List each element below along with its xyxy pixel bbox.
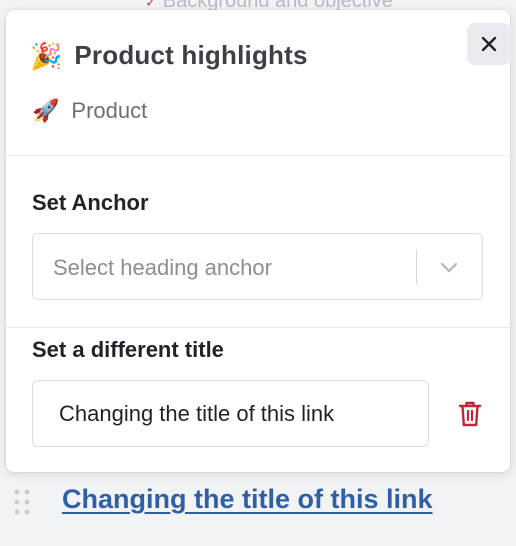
- close-icon: [481, 36, 497, 52]
- delete-title-button[interactable]: [456, 398, 484, 430]
- drag-handle-icon[interactable]: [13, 488, 33, 516]
- trash-icon: [458, 401, 482, 427]
- party-popper-icon: 🎉: [30, 40, 63, 71]
- popover-header: 🎉 Product highlights 🚀 Product: [6, 10, 511, 156]
- close-button[interactable]: [467, 23, 511, 65]
- rocket-icon: 🚀: [32, 98, 60, 123]
- title-row: 🎉 Product highlights: [30, 40, 308, 71]
- set-title-label: Set a different title: [32, 337, 224, 362]
- set-anchor-label: Set Anchor: [32, 190, 149, 215]
- select-placeholder: Select heading anchor: [53, 255, 272, 280]
- heading-anchor-select[interactable]: Select heading anchor: [32, 233, 483, 300]
- link-settings-popover: 🎉 Product highlights 🚀 Product Set Ancho…: [6, 10, 511, 472]
- checkbox-icon: ✓: [145, 0, 157, 10]
- title-section: Set a different title: [6, 328, 510, 472]
- chevron-down-icon[interactable]: [438, 256, 460, 278]
- page-title: Product highlights: [74, 40, 308, 70]
- parent-page-label: Product: [71, 98, 148, 123]
- link-title-input[interactable]: [32, 380, 429, 447]
- anchor-section: Set Anchor Select heading anchor: [6, 156, 510, 328]
- select-divider: [416, 250, 417, 284]
- subtitle-row: 🚀 Product: [32, 98, 147, 124]
- heading-link[interactable]: Changing the title of this link: [62, 484, 433, 515]
